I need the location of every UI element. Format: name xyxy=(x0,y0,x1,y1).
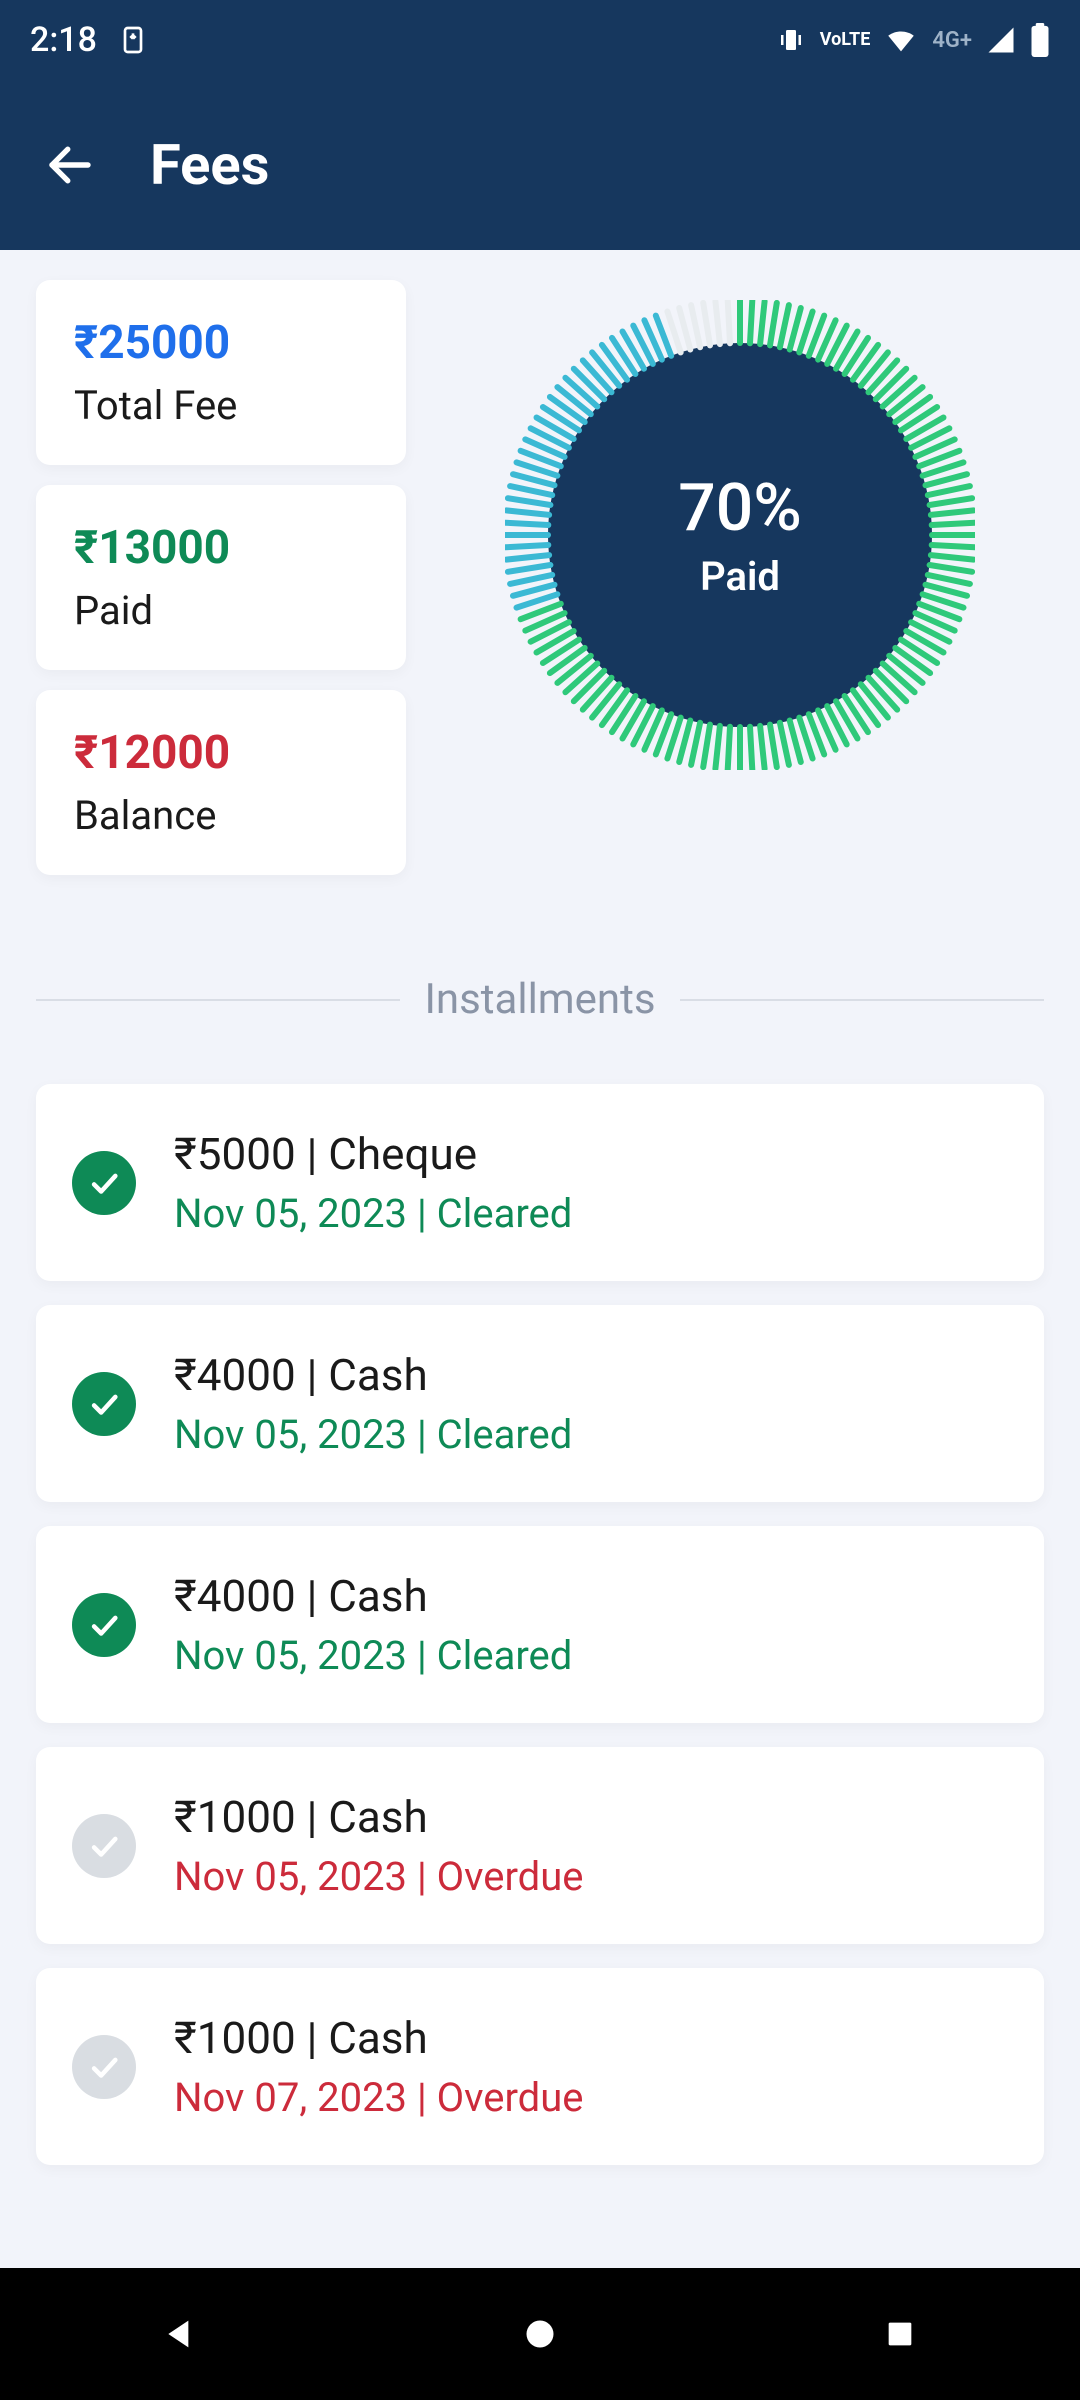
vibrate-icon xyxy=(776,25,806,55)
wifi-icon xyxy=(884,23,918,57)
installment-item[interactable]: ₹4000 | Cash Nov 05, 2023 | Cleared xyxy=(36,1526,1044,1723)
nav-home-button[interactable] xyxy=(510,2304,570,2364)
total-fee-label: Total Fee xyxy=(74,382,368,429)
signal-icon xyxy=(986,25,1016,55)
balance-amount: ₹12000 xyxy=(74,726,368,780)
paid-amount: ₹13000 xyxy=(74,521,368,575)
back-button[interactable] xyxy=(40,135,100,195)
status-bar: 2:18 VoLTE 4G+ xyxy=(0,0,1080,80)
paid-label: Paid xyxy=(74,587,368,634)
installment-sub: Nov 05, 2023 | Cleared xyxy=(174,1632,572,1679)
installment-title: ₹5000 | Cheque xyxy=(174,1128,572,1180)
paid-card: ₹13000 Paid xyxy=(36,485,406,670)
app-bar: Fees xyxy=(0,80,1080,250)
android-nav-bar xyxy=(0,2268,1080,2400)
check-circle-icon xyxy=(72,1372,136,1436)
installment-title: ₹1000 | Cash xyxy=(174,1791,584,1843)
network-type: 4G+ xyxy=(932,28,972,53)
installment-item[interactable]: ₹1000 | Cash Nov 07, 2023 | Overdue xyxy=(36,1968,1044,2165)
installment-sub: Nov 07, 2023 | Overdue xyxy=(174,2074,584,2121)
installment-title: ₹4000 | Cash xyxy=(174,1349,572,1401)
section-label: Installments xyxy=(424,975,655,1024)
installment-sub: Nov 05, 2023 | Cleared xyxy=(174,1411,572,1458)
total-fee-card: ₹25000 Total Fee xyxy=(36,280,406,465)
balance-label: Balance xyxy=(74,792,368,839)
installments-list: ₹5000 | Cheque Nov 05, 2023 | Cleared ₹4… xyxy=(36,1084,1044,2165)
battery-icon xyxy=(1030,23,1050,57)
nav-recents-button[interactable] xyxy=(870,2304,930,2364)
installment-sub: Nov 05, 2023 | Overdue xyxy=(174,1853,584,1900)
volte-icon: VoLTE xyxy=(820,32,871,48)
installment-sub: Nov 05, 2023 | Cleared xyxy=(174,1190,572,1237)
installment-title: ₹1000 | Cash xyxy=(174,2012,584,2064)
data-saver-icon xyxy=(117,24,149,56)
pending-circle-icon xyxy=(72,2035,136,2099)
installment-item[interactable]: ₹5000 | Cheque Nov 05, 2023 | Cleared xyxy=(36,1084,1044,1281)
total-fee-amount: ₹25000 xyxy=(74,316,368,370)
installment-item[interactable]: ₹4000 | Cash Nov 05, 2023 | Cleared xyxy=(36,1305,1044,1502)
pending-circle-icon xyxy=(72,1814,136,1878)
gauge-percent: 70% xyxy=(678,470,802,547)
nav-back-button[interactable] xyxy=(150,2304,210,2364)
paid-gauge: 70% Paid xyxy=(505,300,975,770)
check-circle-icon xyxy=(72,1593,136,1657)
installment-item[interactable]: ₹1000 | Cash Nov 05, 2023 | Overdue xyxy=(36,1747,1044,1944)
check-circle-icon xyxy=(72,1151,136,1215)
status-time: 2:18 xyxy=(30,20,97,60)
installment-title: ₹4000 | Cash xyxy=(174,1570,572,1622)
balance-card: ₹12000 Balance xyxy=(36,690,406,875)
page-title: Fees xyxy=(150,132,269,198)
section-divider: Installments xyxy=(36,975,1044,1024)
gauge-label: Paid xyxy=(700,553,780,600)
